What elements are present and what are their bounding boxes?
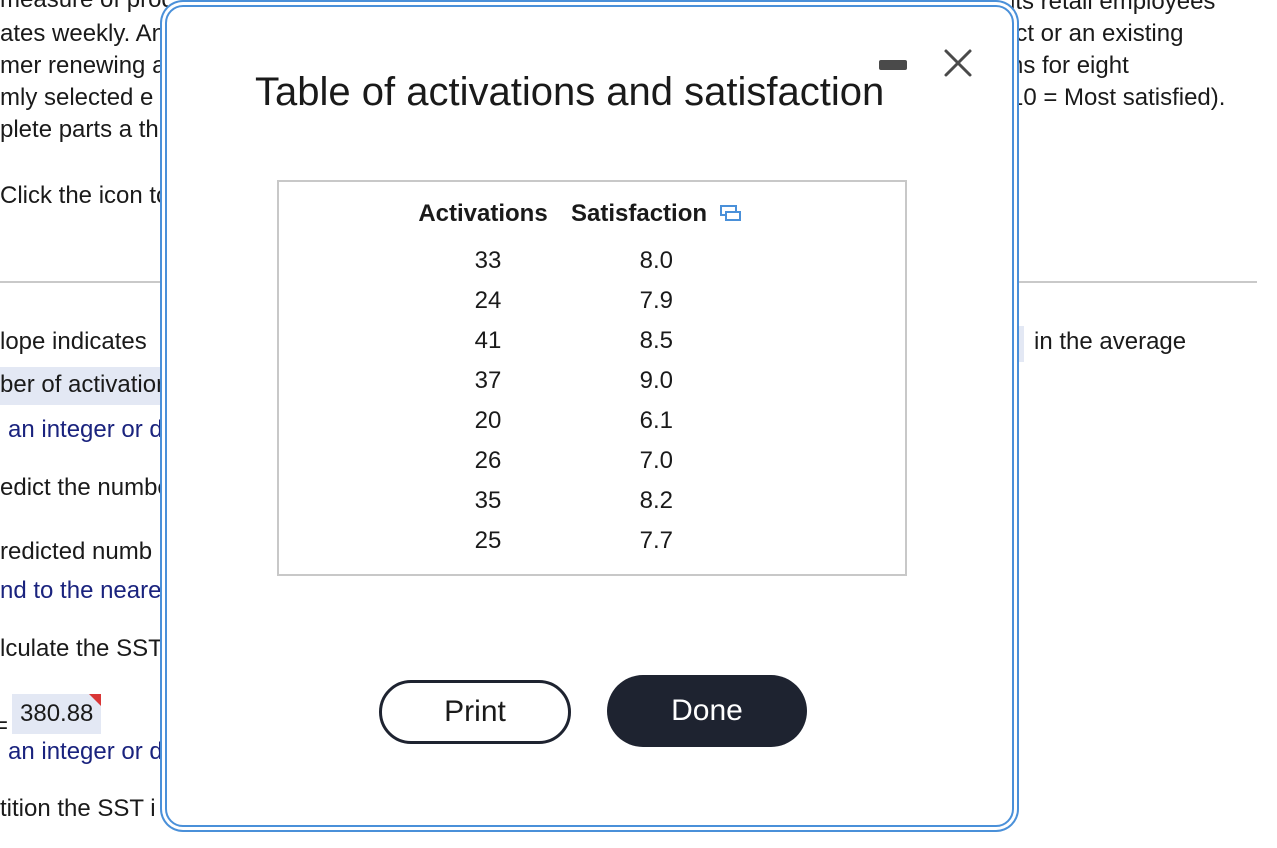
table-header-row: Activations Satisfaction bbox=[415, 200, 752, 241]
table-row: 24 7.9 bbox=[415, 281, 752, 321]
bg-text: ates weekly. An bbox=[0, 20, 165, 47]
activations-cell: 33 bbox=[474, 246, 502, 274]
column-header-satisfaction: Satisfaction bbox=[561, 200, 752, 241]
print-button[interactable]: Print bbox=[379, 680, 571, 744]
sst-answer-value: 380.88 bbox=[20, 700, 94, 727]
table-row: 35 8.2 bbox=[415, 481, 752, 521]
satisfaction-cell: 8.0 bbox=[639, 246, 674, 274]
close-icon[interactable] bbox=[940, 45, 976, 81]
satisfaction-cell: 7.9 bbox=[639, 286, 674, 314]
data-table-panel: Activations Satisfaction 33 8.0 24 7.9 4… bbox=[277, 180, 907, 576]
bg-text: ict or an existing bbox=[1012, 20, 1184, 47]
activations-cell: 26 bbox=[474, 446, 502, 474]
background-question-left: measure of productivity. ates weekly. An… bbox=[0, 0, 168, 848]
satisfaction-cell: 6.1 bbox=[639, 406, 674, 434]
satisfaction-cell: 7.0 bbox=[639, 446, 674, 474]
activations-cell: 41 bbox=[474, 326, 502, 354]
satisfaction-cell: 8.2 bbox=[639, 486, 674, 514]
table-row: 37 9.0 bbox=[415, 361, 752, 401]
data-table: Activations Satisfaction 33 8.0 24 7.9 4… bbox=[415, 200, 752, 561]
bg-text: mly selected e bbox=[0, 84, 154, 111]
satisfaction-cell: 8.5 bbox=[639, 326, 674, 354]
bg-text: mer renewing a bbox=[0, 52, 166, 79]
bg-text: measure of productivity. bbox=[0, 0, 168, 12]
flag-icon bbox=[89, 694, 102, 706]
column-header-label: Satisfaction bbox=[571, 200, 708, 227]
bg-text: Click the icon to bbox=[0, 182, 168, 209]
table-row: 20 6.1 bbox=[415, 401, 752, 441]
activations-cell: 25 bbox=[474, 526, 502, 554]
bg-text: an integer or d bbox=[8, 738, 163, 765]
bg-text: lculate the SST bbox=[0, 635, 163, 662]
copy-icon[interactable] bbox=[719, 201, 742, 229]
activations-cell: 35 bbox=[474, 486, 502, 514]
divider bbox=[1012, 281, 1257, 283]
bg-text: 10 = Most satisfied). bbox=[1012, 84, 1226, 111]
bg-text: tition the SST i bbox=[0, 795, 156, 822]
done-button[interactable]: Done bbox=[607, 675, 807, 747]
minimize-icon[interactable] bbox=[879, 60, 907, 70]
bg-text: its retail employees bbox=[1012, 0, 1216, 15]
bg-text: ber of activation bbox=[0, 367, 168, 405]
bg-text: edict the numbe bbox=[0, 474, 168, 501]
data-table-dialog: Table of activations and satisfaction Ac… bbox=[165, 5, 1014, 827]
column-header-activations: Activations bbox=[418, 200, 548, 228]
bg-text: plete parts a thr bbox=[0, 116, 167, 143]
table-row: 26 7.0 bbox=[415, 441, 752, 481]
bg-text: in the average bbox=[1034, 328, 1187, 355]
dialog-title: Table of activations and satisfaction bbox=[255, 70, 885, 114]
bg-text: nd to the neare bbox=[0, 577, 162, 604]
divider bbox=[0, 281, 168, 283]
bg-text: ns for eight bbox=[1012, 52, 1129, 79]
table-row: 25 7.7 bbox=[415, 521, 752, 561]
table-row: 41 8.5 bbox=[415, 321, 752, 361]
activations-cell: 37 bbox=[474, 366, 502, 394]
bg-text: redicted numb bbox=[0, 538, 153, 565]
bg-text: an integer or d bbox=[8, 416, 163, 443]
bg-text: lope indicates bbox=[0, 328, 147, 355]
sst-answer-field[interactable]: 380.88 bbox=[12, 694, 102, 734]
activations-cell: 24 bbox=[474, 286, 502, 314]
satisfaction-cell: 9.0 bbox=[639, 366, 674, 394]
background-question-right: its retail employees ict or an existing … bbox=[1012, 0, 1277, 848]
activations-cell: 20 bbox=[474, 406, 502, 434]
table-row: 33 8.0 bbox=[415, 241, 752, 281]
equals-sign: = bbox=[0, 712, 9, 739]
satisfaction-cell: 7.7 bbox=[639, 526, 674, 554]
